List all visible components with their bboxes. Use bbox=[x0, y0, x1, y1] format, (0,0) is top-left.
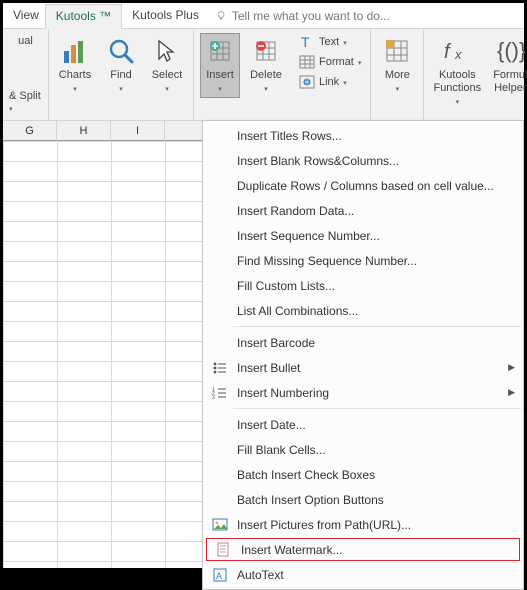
select-button[interactable]: Select▾ bbox=[147, 33, 187, 98]
link-button[interactable]: Link ▾ bbox=[296, 73, 364, 91]
menu-insert-barcode[interactable]: Insert Barcode bbox=[203, 330, 523, 355]
ribbon-tabs: View Kutools ™ Kutools Plus Tell me what… bbox=[3, 3, 524, 29]
braces-icon: {()} bbox=[494, 35, 526, 67]
delete-button[interactable]: Delete▾ bbox=[246, 33, 286, 98]
more-button[interactable]: More▾ bbox=[377, 33, 417, 98]
bulb-icon bbox=[215, 10, 227, 22]
menu-batch-insert-checkboxes[interactable]: Batch Insert Check Boxes bbox=[203, 462, 523, 487]
watermark-icon bbox=[211, 539, 237, 561]
menu-insert-random-data[interactable]: Insert Random Data... bbox=[203, 198, 523, 223]
format-button[interactable]: Format ▾ bbox=[296, 53, 364, 71]
col-header[interactable]: G bbox=[3, 121, 57, 141]
ribbon-ual[interactable]: ual bbox=[16, 31, 35, 51]
menu-insert-date[interactable]: Insert Date... bbox=[203, 412, 523, 437]
menu-fill-custom-lists[interactable]: Fill Custom Lists... bbox=[203, 273, 523, 298]
insert-dropdown-menu: Insert Titles Rows... Insert Blank Rows&… bbox=[202, 120, 524, 590]
picture-icon bbox=[207, 514, 233, 536]
tell-me-label: Tell me what you want to do... bbox=[232, 9, 390, 23]
svg-text:f: f bbox=[444, 41, 452, 63]
bullet-icon bbox=[207, 357, 233, 379]
ribbon-split[interactable]: & Split ▾ bbox=[7, 86, 44, 118]
svg-text:A: A bbox=[216, 571, 222, 581]
find-icon bbox=[105, 35, 137, 67]
menu-insert-blank-rows-cols[interactable]: Insert Blank Rows&Columns... bbox=[203, 148, 523, 173]
menu-duplicate-rows-cols[interactable]: Duplicate Rows / Columns based on cell v… bbox=[203, 173, 523, 198]
charts-button[interactable]: Charts▾ bbox=[55, 33, 95, 98]
svg-text:x: x bbox=[454, 47, 462, 62]
menu-insert-bullet[interactable]: Insert Bullet▶ bbox=[203, 355, 523, 380]
menu-list-all-combinations[interactable]: List All Combinations... bbox=[203, 298, 523, 323]
menu-autotext[interactable]: A AutoText bbox=[203, 562, 523, 587]
submenu-arrow-icon: ▶ bbox=[508, 387, 515, 398]
charts-icon bbox=[59, 35, 91, 67]
tell-me-search[interactable]: Tell me what you want to do... bbox=[215, 9, 390, 23]
tab-kutools[interactable]: Kutools ™ bbox=[45, 4, 122, 29]
numbering-icon: 123 bbox=[207, 382, 233, 404]
autotext-icon: A bbox=[207, 564, 233, 586]
insert-button[interactable]: Insert▾ bbox=[200, 33, 240, 98]
formula-helper-button[interactable]: {()} FormulHelper bbox=[490, 33, 527, 97]
menu-insert-watermark[interactable]: Insert Watermark... bbox=[206, 538, 520, 561]
find-button[interactable]: Find▾ bbox=[101, 33, 141, 98]
submenu-arrow-icon: ▶ bbox=[508, 362, 515, 373]
text-button[interactable]: T Text ▾ bbox=[296, 33, 364, 51]
tab-kutools-plus[interactable]: Kutools Plus bbox=[122, 4, 209, 27]
svg-text:T: T bbox=[301, 34, 310, 50]
menu-insert-titles-rows[interactable]: Insert Titles Rows... bbox=[203, 123, 523, 148]
text-icon: T bbox=[299, 34, 315, 50]
menu-fill-blank-cells[interactable]: Fill Blank Cells... bbox=[203, 437, 523, 462]
delete-icon bbox=[250, 35, 282, 67]
menu-insert-sequence-number[interactable]: Insert Sequence Number... bbox=[203, 223, 523, 248]
ribbon: ual & Split ▾ Charts▾ Find▾ bbox=[3, 29, 524, 121]
tab-view[interactable]: View bbox=[7, 4, 45, 27]
menu-insert-numbering[interactable]: 123 Insert Numbering▶ bbox=[203, 380, 523, 405]
format-icon bbox=[299, 54, 315, 70]
col-header[interactable]: H bbox=[57, 121, 111, 141]
menu-find-missing-sequence[interactable]: Find Missing Sequence Number... bbox=[203, 248, 523, 273]
more-icon bbox=[381, 35, 413, 67]
col-header[interactable] bbox=[165, 121, 205, 141]
insert-icon bbox=[204, 35, 236, 67]
svg-text:{()}: {()} bbox=[497, 38, 525, 63]
kutools-functions-button[interactable]: fx KutoolsFunctions ▾ bbox=[430, 33, 484, 111]
col-header[interactable]: I bbox=[111, 121, 165, 141]
select-icon bbox=[151, 35, 183, 67]
menu-insert-pictures-url[interactable]: Insert Pictures from Path(URL)... bbox=[203, 512, 523, 537]
svg-text:3: 3 bbox=[212, 395, 215, 401]
fx-icon: fx bbox=[441, 35, 473, 67]
link-icon bbox=[299, 74, 315, 90]
menu-batch-insert-option-buttons[interactable]: Batch Insert Option Buttons bbox=[203, 487, 523, 512]
